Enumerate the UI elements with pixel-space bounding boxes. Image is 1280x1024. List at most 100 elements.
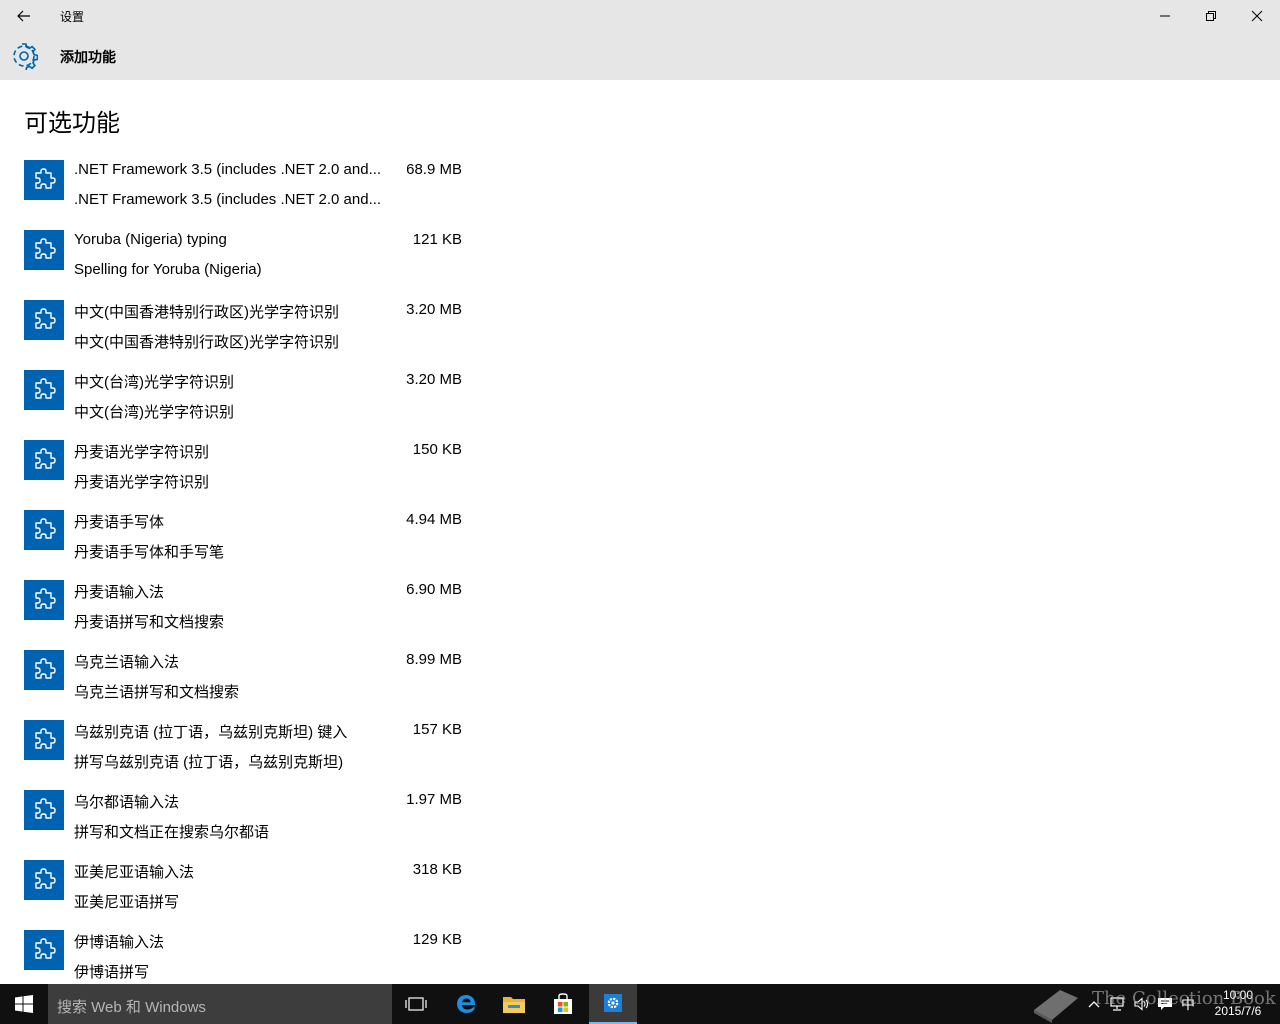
feature-description: 拼写和文档正在搜索乌尔都语 xyxy=(74,824,270,841)
feature-description: 亚美尼亚语拼写 xyxy=(74,894,180,911)
puzzle-piece-icon xyxy=(24,300,64,340)
feature-name: 中文(中国香港特别行政区)光学字符识别 xyxy=(74,304,339,321)
feature-description: 丹麦语手写体和手写笔 xyxy=(74,544,225,561)
settings-icon xyxy=(604,994,622,1012)
close-icon xyxy=(1251,10,1263,22)
search-placeholder: 搜索 Web 和 Windows xyxy=(57,999,206,1016)
feature-name: .NET Framework 3.5 (includes .NET 2.0 an… xyxy=(74,161,382,178)
feature-size: 318 KB xyxy=(412,861,462,878)
title-bar: 设置 xyxy=(0,0,1280,32)
feature-name: 伊博语输入法 xyxy=(74,934,165,951)
feature-item[interactable]: 丹麦语手写体 4.94 MB 丹麦语手写体和手写笔 xyxy=(24,508,464,578)
volume-icon xyxy=(1134,997,1149,1011)
feature-description: 拼写乌兹别克语 (拉丁语，乌兹别克斯坦) xyxy=(74,754,344,771)
puzzle-piece-icon xyxy=(24,650,64,690)
feature-item[interactable]: 丹麦语输入法 6.90 MB 丹麦语拼写和文档搜索 xyxy=(24,578,464,648)
puzzle-piece-icon xyxy=(24,860,64,900)
puzzle-piece-icon xyxy=(24,370,64,410)
puzzle-piece-icon xyxy=(24,720,64,760)
feature-size: 68.9 MB xyxy=(406,161,462,178)
volume-button[interactable] xyxy=(1130,984,1152,1024)
feature-size: 3.20 MB xyxy=(406,371,462,388)
taskbar: 搜索 Web 和 Windows 中 10:00 2015/7/6 The Co… xyxy=(0,984,1280,1024)
feature-item[interactable]: 中文(台湾)光学字符识别 3.20 MB 中文(台湾)光学字符识别 xyxy=(24,368,464,438)
feature-size: 6.90 MB xyxy=(406,581,462,598)
feature-size: 129 KB xyxy=(412,931,462,948)
section-title: 可选功能 xyxy=(24,110,120,137)
file-explorer-button[interactable] xyxy=(490,984,538,1024)
back-button[interactable] xyxy=(8,0,40,32)
feature-description: .NET Framework 3.5 (includes .NET 2.0 an… xyxy=(74,191,382,208)
feature-item[interactable]: 丹麦语光学字符识别 150 KB 丹麦语光学字符识别 xyxy=(24,438,464,508)
feature-name: 亚美尼亚语输入法 xyxy=(74,864,195,881)
store-button[interactable] xyxy=(539,984,587,1024)
chevron-up-icon xyxy=(1088,1001,1100,1008)
feature-name: 乌尔都语输入法 xyxy=(74,794,180,811)
clock-time: 10:00 xyxy=(1222,988,1254,1002)
puzzle-piece-icon xyxy=(24,440,64,480)
window-title: 设置 xyxy=(60,10,85,24)
content-area[interactable]: 可选功能 .NET Framework 3.5 (includes .NET 2… xyxy=(0,80,1280,984)
gear-icon xyxy=(13,43,38,70)
clock-date: 2015/7/6 xyxy=(1214,1004,1262,1018)
feature-description: 乌克兰语拼写和文档搜索 xyxy=(74,684,240,701)
page-header: 添加功能 xyxy=(0,32,1280,80)
arrow-left-icon xyxy=(17,10,30,22)
feature-name: 丹麦语输入法 xyxy=(74,584,165,601)
feature-size: 4.94 MB xyxy=(406,511,462,528)
network-icon xyxy=(1110,997,1124,1011)
edge-button[interactable] xyxy=(442,984,490,1024)
feature-description: 丹麦语拼写和文档搜索 xyxy=(74,614,225,631)
puzzle-piece-icon xyxy=(24,160,64,200)
ime-indicator[interactable]: 中 xyxy=(1178,984,1198,1024)
tray-overflow-button[interactable] xyxy=(1084,984,1104,1024)
puzzle-piece-icon xyxy=(24,580,64,620)
feature-description: 中文(台湾)光学字符识别 xyxy=(74,404,234,421)
restore-icon xyxy=(1206,11,1216,21)
feature-item[interactable]: 乌克兰语输入法 8.99 MB 乌克兰语拼写和文档搜索 xyxy=(24,648,464,718)
feature-item[interactable]: 乌兹别克语 (拉丁语，乌兹别克斯坦) 键入 157 KB 拼写乌兹别克语 (拉丁语，… xyxy=(24,718,464,788)
search-box[interactable]: 搜索 Web 和 Windows xyxy=(48,984,392,1024)
task-view-icon xyxy=(405,997,427,1011)
action-center-button[interactable] xyxy=(1154,984,1176,1024)
feature-item[interactable]: .NET Framework 3.5 (includes .NET 2.0 an… xyxy=(24,158,464,228)
close-button[interactable] xyxy=(1234,0,1280,32)
feature-name: Yoruba (Nigeria) typing xyxy=(74,231,227,248)
page-title: 添加功能 xyxy=(60,49,116,65)
feature-list: .NET Framework 3.5 (includes .NET 2.0 an… xyxy=(24,158,464,984)
puzzle-piece-icon xyxy=(24,790,64,830)
feature-item[interactable]: 中文(中国香港特别行政区)光学字符识别 3.20 MB 中文(中国香港特别行政区)光… xyxy=(24,298,464,368)
feature-item[interactable]: Yoruba (Nigeria) typing 121 KB Spelling fo… xyxy=(24,228,464,298)
puzzle-piece-icon xyxy=(24,510,64,550)
edge-icon xyxy=(457,995,476,1013)
minimize-button[interactable] xyxy=(1142,0,1188,32)
feature-description: 中文(中国香港特别行政区)光学字符识别 xyxy=(74,334,339,351)
feature-name: 中文(台湾)光学字符识别 xyxy=(74,374,234,391)
feature-size: 121 KB xyxy=(412,231,462,248)
store-icon xyxy=(554,993,572,1014)
puzzle-piece-icon xyxy=(24,930,64,970)
feature-size: 157 KB xyxy=(412,721,462,738)
feature-size: 8.99 MB xyxy=(406,651,462,668)
start-button[interactable] xyxy=(0,984,48,1024)
message-icon xyxy=(1158,998,1172,1010)
feature-description: 伊博语拼写 xyxy=(74,964,150,981)
feature-item[interactable]: 亚美尼亚语输入法 318 KB 亚美尼亚语拼写 xyxy=(24,858,464,928)
feature-name: 丹麦语光学字符识别 xyxy=(74,444,210,461)
feature-name: 乌克兰语输入法 xyxy=(74,654,180,671)
minimize-icon xyxy=(1160,15,1170,17)
feature-item[interactable]: 乌尔都语输入法 1.97 MB 拼写和文档正在搜索乌尔都语 xyxy=(24,788,464,858)
network-button[interactable] xyxy=(1106,984,1128,1024)
settings-taskbar-button[interactable] xyxy=(589,984,637,1024)
feature-size: 150 KB xyxy=(412,441,462,458)
feature-item[interactable]: 伊博语输入法 129 KB 伊博语拼写 xyxy=(24,928,464,984)
clock[interactable]: 10:00 2015/7/6 xyxy=(1200,987,1276,1021)
feature-name: 乌兹别克语 (拉丁语，乌兹别克斯坦) 键入 xyxy=(74,724,348,741)
task-view-button[interactable] xyxy=(392,984,440,1024)
feature-size: 3.20 MB xyxy=(406,301,462,318)
feature-description: Spelling for Yoruba (Nigeria) xyxy=(74,261,262,278)
book-logo-icon xyxy=(1034,990,1078,1023)
feature-size: 1.97 MB xyxy=(406,791,462,808)
feature-name: 丹麦语手写体 xyxy=(74,514,165,531)
restore-button[interactable] xyxy=(1188,0,1234,32)
